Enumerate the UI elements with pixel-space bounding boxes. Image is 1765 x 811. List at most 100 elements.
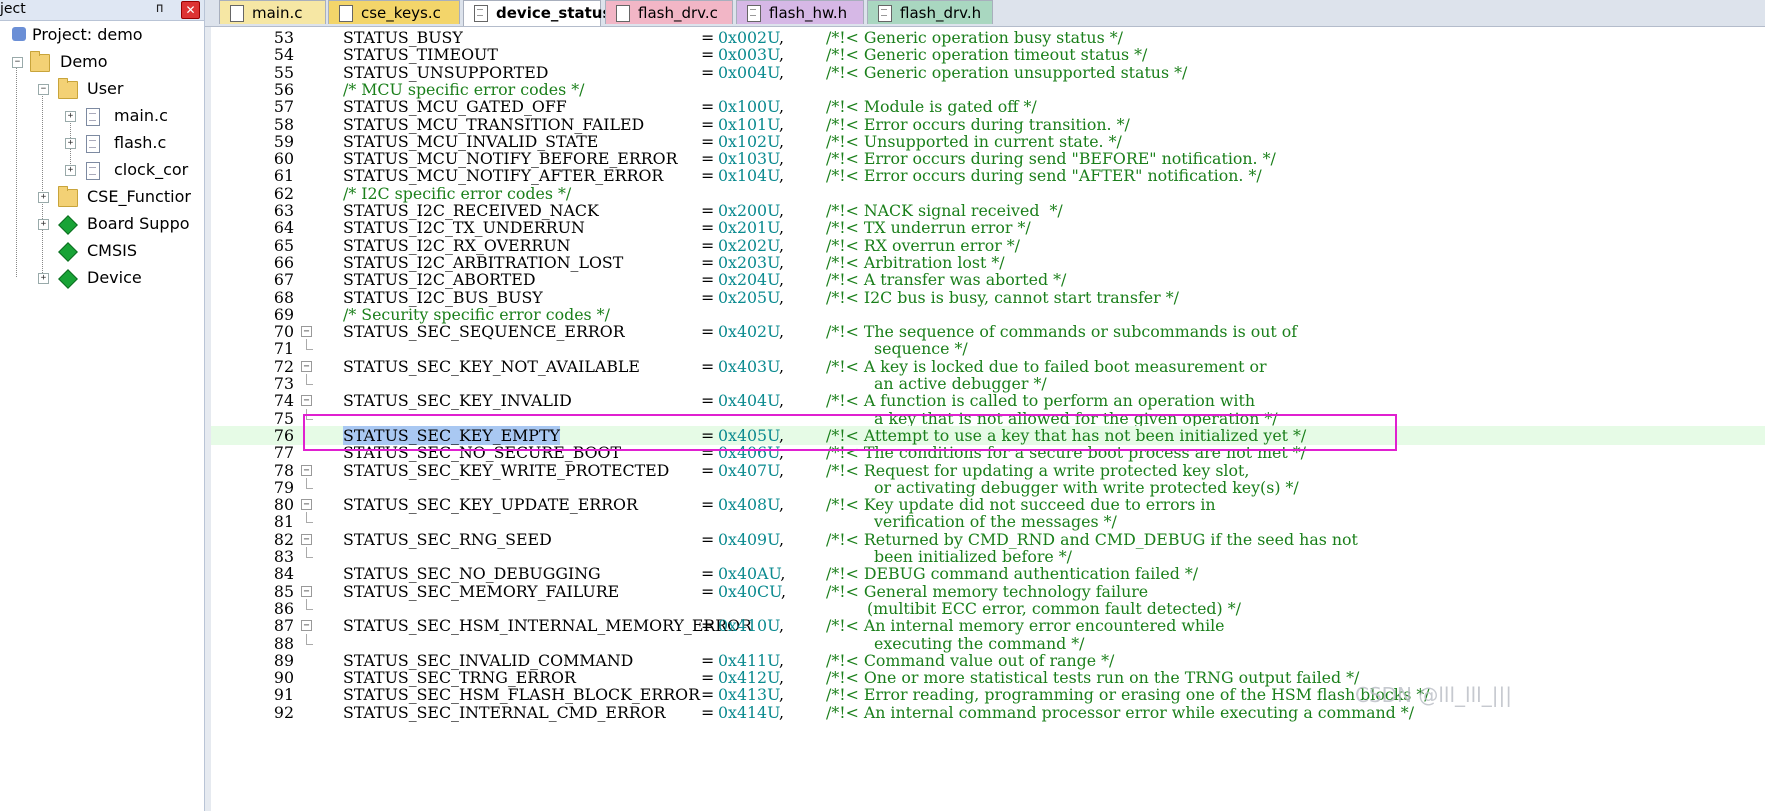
tree-item[interactable]: − User: [0, 76, 204, 102]
fold-end-marker: [306, 547, 313, 558]
hex-value: 0x002U,: [718, 28, 784, 47]
assign-operator: =: [701, 650, 715, 670]
comma: ,: [781, 581, 787, 601]
code-line[interactable]: 80− STATUS_SEC_KEY_UPDATE_ERROR = 0x408U, /*…: [211, 495, 1765, 514]
file-icon: [86, 135, 100, 153]
code-line[interactable]: 53 STATUS_BUSY = 0x002U, /*!< Generic operat…: [211, 28, 1765, 47]
tab-flash-drv-h[interactable]: flash_drv.h: [867, 0, 993, 24]
code-line[interactable]: 66 STATUS_I2C_ARBITRATION_LOST = 0x203U, /*!…: [211, 253, 1765, 272]
code-line[interactable]: 68 STATUS_I2C_BUS_BUSY = 0x205U, /*!< I2C bu…: [211, 288, 1765, 307]
code-line[interactable]: 65 STATUS_I2C_RX_OVERRUN = 0x202U, /*!< RX o…: [211, 236, 1765, 255]
comma: ,: [778, 149, 785, 169]
line-number: 82: [273, 529, 294, 549]
identifier: STATUS_SEC_HSM_INTERNAL_MEMORY_ERROR: [343, 616, 752, 636]
expand-icon[interactable]: +: [65, 165, 76, 176]
fold-icon[interactable]: −: [301, 533, 312, 545]
line-number: 66: [273, 252, 294, 272]
code-line[interactable]: 85− STATUS_SEC_MEMORY_FAILURE = 0x40CU, /*!<…: [211, 582, 1765, 601]
tab-flash-hw-h[interactable]: flash_hw.h: [736, 0, 864, 24]
code-line[interactable]: 82− STATUS_SEC_RNG_SEED = 0x409U, /*!< Retur…: [211, 530, 1765, 549]
fold-icon[interactable]: −: [301, 395, 312, 407]
code-line[interactable]: 55 STATUS_UNSUPPORTED = 0x004U, /*!< Generic…: [211, 63, 1765, 82]
code-line[interactable]: 74− STATUS_SEC_KEY_INVALID = 0x404U, /*!< A …: [211, 391, 1765, 410]
expand-icon[interactable]: +: [65, 111, 76, 122]
assign-operator: =: [701, 131, 715, 151]
tab-cse-keys-c[interactable]: cse_keys.c: [328, 0, 460, 24]
expand-icon[interactable]: +: [65, 138, 76, 149]
tab-flash-drv-c[interactable]: flash_drv.c: [605, 0, 733, 24]
expand-icon[interactable]: +: [38, 192, 49, 203]
pin-icon[interactable]: ᴨ: [156, 1, 163, 16]
tree-item[interactable]: + Board Suppo: [0, 211, 204, 237]
code-line[interactable]: 58 STATUS_MCU_TRANSITION_FAILED = 0x101U, /*…: [211, 115, 1765, 134]
code-line[interactable]: 90 STATUS_SEC_TRNG_ERROR = 0x412U, /*!< One …: [211, 668, 1765, 687]
identifier: STATUS_SEC_INVALID_COMMAND: [343, 650, 634, 670]
code-continuation-line[interactable]: 86 (multibit ECC error, common fault dete…: [211, 598, 1765, 618]
tree-item[interactable]: + CSE_Functior: [0, 184, 204, 210]
identifier: STATUS_SEC_KEY_INVALID: [343, 391, 572, 411]
tree-item[interactable]: CMSIS: [0, 238, 204, 264]
file-icon: [616, 5, 630, 22]
collapse-icon[interactable]: −: [38, 84, 49, 95]
code-line[interactable]: 89 STATUS_SEC_INVALID_COMMAND = 0x411U, /*!<…: [211, 651, 1765, 670]
identifier: STATUS_I2C_RECEIVED_NACK: [343, 201, 599, 220]
code-section-comment[interactable]: 69 /* Security specific error codes */: [211, 305, 1765, 324]
identifier: STATUS_SEC_HSM_FLASH_BLOCK_ERROR: [343, 685, 700, 705]
code-continuation-line[interactable]: 79 or activating debugger with write prot…: [211, 477, 1765, 497]
code-line[interactable]: 72− STATUS_SEC_KEY_NOT_AVAILABLE = 0x403U, /…: [211, 357, 1765, 376]
fold-icon[interactable]: −: [301, 326, 312, 338]
tree-item[interactable]: + Device: [0, 265, 204, 291]
doc-comment-continuation: executing the command */: [874, 633, 1085, 653]
code-line[interactable]: 92 STATUS_SEC_INTERNAL_CMD_ERROR = 0x414U, /…: [211, 703, 1765, 722]
code-line[interactable]: 63 STATUS_I2C_RECEIVED_NACK = 0x200U, /*!< N…: [211, 201, 1765, 220]
doc-comment: /*!< An internal memory error encountere…: [826, 616, 1225, 636]
code-continuation-line[interactable]: 81 verification of the messages */: [211, 512, 1765, 531]
line-number: 72: [273, 356, 294, 376]
code-line[interactable]: 59 STATUS_MCU_INVALID_STATE = 0x102U, /*!< U…: [211, 132, 1765, 151]
fold-icon[interactable]: −: [301, 360, 312, 372]
identifier: STATUS_I2C_ABORTED: [343, 270, 536, 290]
hex-value-text: 0x204U: [718, 270, 779, 290]
code-line[interactable]: 54 STATUS_TIMEOUT = 0x003U, /*!< Generic ope…: [211, 45, 1765, 64]
code-line[interactable]: 91 STATUS_SEC_HSM_FLASH_BLOCK_ERROR = 0x413…: [211, 685, 1765, 704]
code-line[interactable]: 84 STATUS_SEC_NO_DEBUGGING = 0x40AU, /*!< DE…: [211, 564, 1765, 583]
code-section-comment[interactable]: 56 /* MCU specific error codes */: [211, 80, 1765, 99]
tree-item[interactable]: Project: demo: [0, 22, 204, 48]
code-line[interactable]: 78− STATUS_SEC_KEY_WRITE_PROTECTED = 0x407U…: [211, 461, 1765, 480]
code-continuation-line[interactable]: 83 been initialized before */: [211, 547, 1765, 566]
collapse-icon[interactable]: −: [12, 57, 23, 68]
fold-icon[interactable]: −: [301, 464, 312, 476]
code-line[interactable]: 64 STATUS_I2C_TX_UNDERRUN = 0x201U, /*!< TX …: [211, 218, 1765, 237]
tree-item[interactable]: + flash.c: [0, 130, 204, 156]
fold-icon[interactable]: −: [301, 620, 312, 632]
expand-icon[interactable]: +: [38, 219, 49, 230]
doc-comment: /*!< Module is gated off */: [826, 97, 1037, 117]
fold-icon[interactable]: −: [301, 585, 312, 597]
code-continuation-line[interactable]: 88 executing the command */: [211, 633, 1765, 653]
doc-comment-continuation: sequence */: [874, 339, 968, 359]
tree-item[interactable]: + main.c: [0, 103, 204, 129]
code-line[interactable]: 67 STATUS_I2C_ABORTED = 0x204U, /*!< A trans…: [211, 270, 1765, 289]
code-continuation-line[interactable]: 71 sequence */: [211, 339, 1765, 358]
code-line[interactable]: 60 STATUS_MCU_NOTIFY_BEFORE_ERROR = 0x103U,…: [211, 149, 1765, 168]
code-editor[interactable]: 53 STATUS_BUSY = 0x002U,/*!< Generic operat…: [205, 27, 1765, 811]
tree-item[interactable]: − Demo: [0, 49, 204, 75]
tree-item[interactable]: + clock_cor: [0, 157, 204, 183]
code-line[interactable]: 87− STATUS_SEC_HSM_INTERNAL_MEMORY_ERROR =…: [211, 616, 1765, 635]
close-panel-button[interactable]: ✕: [181, 1, 200, 19]
doc-comment: /*!< The sequence of commands or subcomm…: [826, 322, 1298, 342]
code-continuation-line[interactable]: 73 an active debugger */: [211, 374, 1765, 393]
tab-main-c[interactable]: main.c: [219, 0, 326, 24]
tree-item-label: User: [87, 79, 124, 98]
fold-icon[interactable]: −: [301, 499, 312, 511]
hex-value: 0x202U,: [718, 236, 784, 255]
tab-device-status-h[interactable]: device_status.h: [463, 0, 628, 26]
line-number: 62: [273, 183, 294, 203]
code-section-comment[interactable]: 62 /* I2C specific error codes */: [211, 184, 1765, 203]
code-line[interactable]: 70− STATUS_SEC_SEQUENCE_ERROR = 0x402U, /*!<…: [211, 322, 1765, 341]
code-line[interactable]: 57 STATUS_MCU_GATED_OFF = 0x100U, /*!< Modul…: [211, 97, 1765, 116]
expand-icon[interactable]: +: [38, 273, 49, 284]
assign-operator: =: [701, 356, 715, 376]
code-line[interactable]: 61 STATUS_MCU_NOTIFY_AFTER_ERROR = 0x104U, /…: [211, 166, 1765, 185]
hex-value-text: 0x203U: [718, 252, 779, 272]
